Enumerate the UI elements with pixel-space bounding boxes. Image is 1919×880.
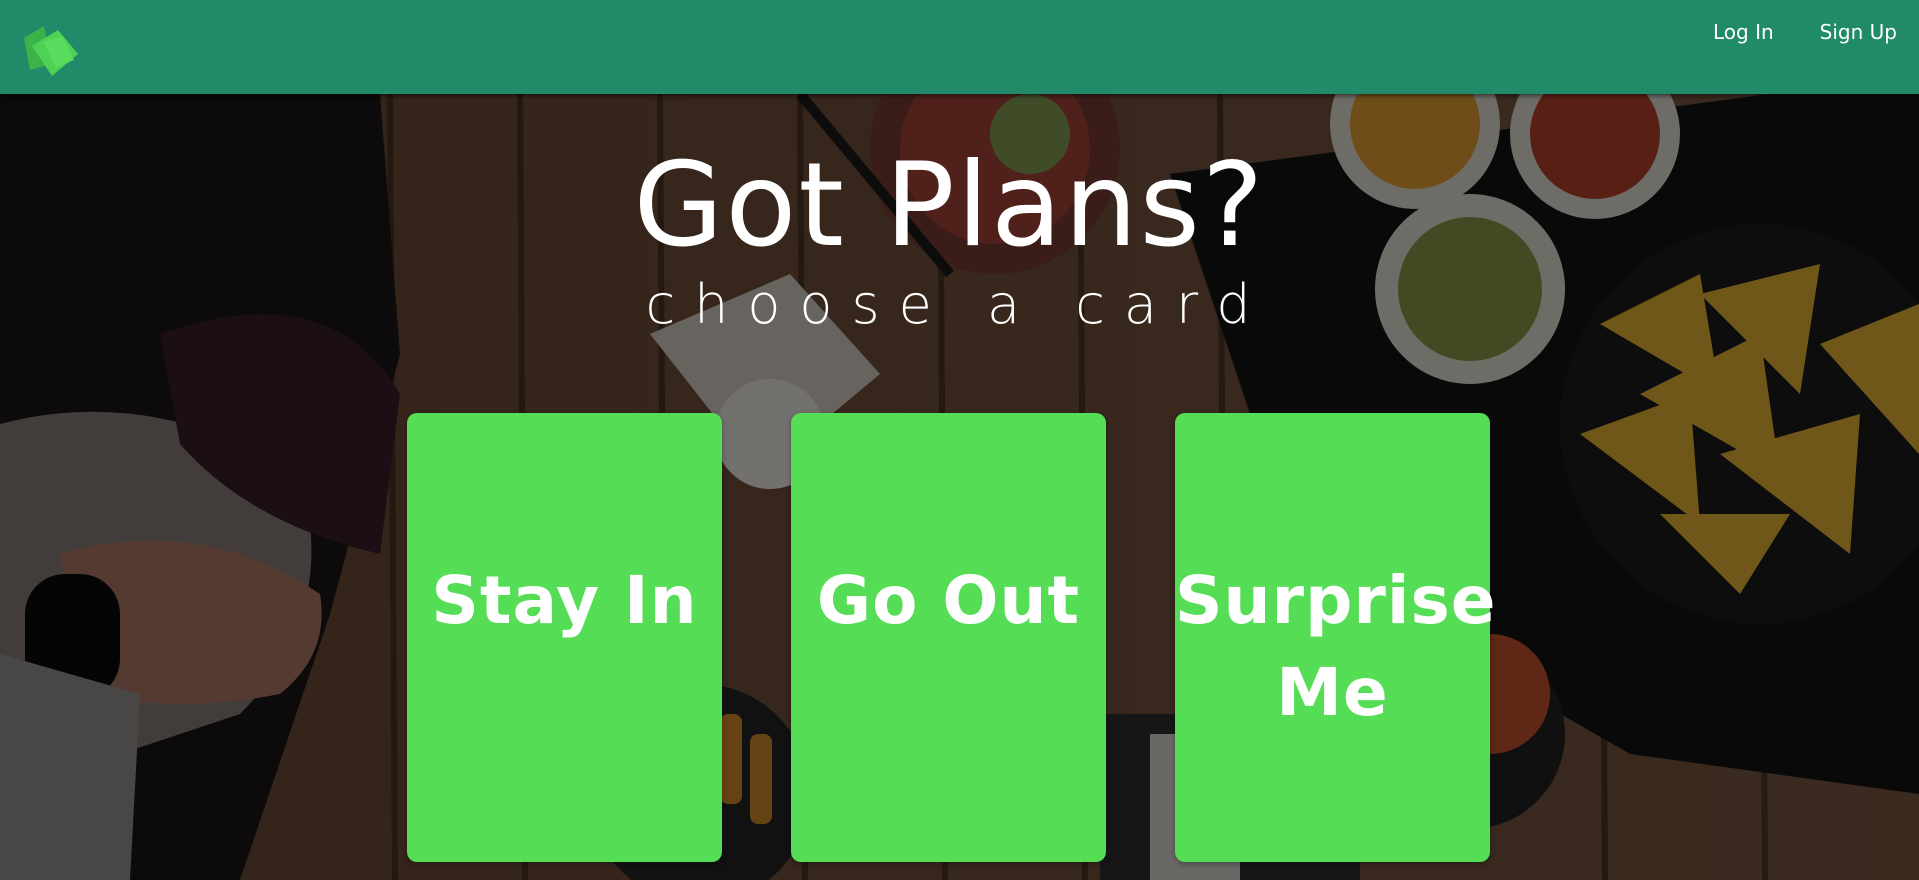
surprise-me-card[interactable]: Surprise Me [1175,413,1497,862]
signup-link[interactable]: Sign Up [1820,20,1897,44]
page: Log In Sign Up Got Plans? choose a card … [0,0,1919,880]
card-label: Go Out [816,562,1081,639]
nav-links: Log In Sign Up [1713,0,1897,64]
hero-subtitle: choose a card [645,273,1270,336]
card-label: Surprise Me [1175,562,1497,731]
login-link[interactable]: Log In [1713,20,1774,44]
stay-in-card[interactable]: Stay In [407,413,722,862]
top-navbar: Log In Sign Up [0,0,1919,94]
card-label: Stay In [431,562,698,639]
green-cards-logo-icon[interactable] [22,24,80,76]
go-out-card[interactable]: Go Out [791,413,1106,862]
hero-title: Got Plans? [633,138,1266,273]
